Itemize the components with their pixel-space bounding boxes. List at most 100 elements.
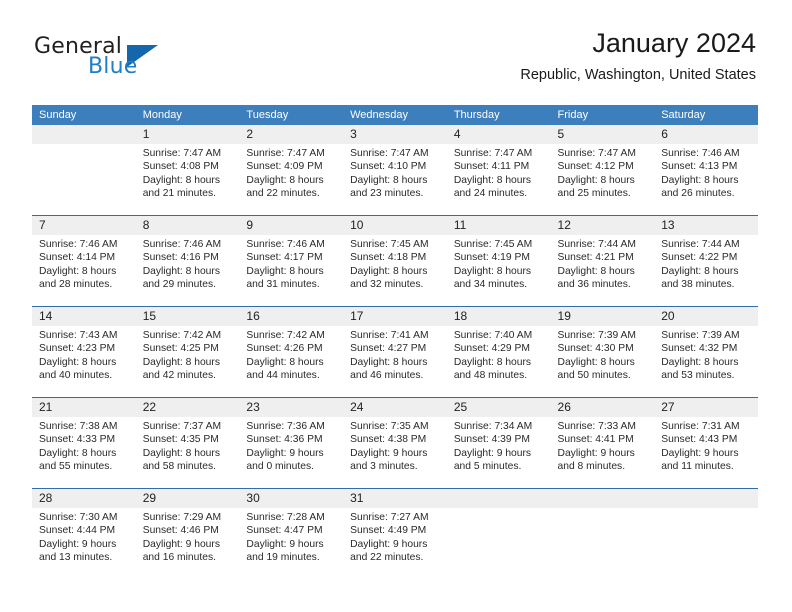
day-cell[interactable]: Sunrise: 7:37 AM Sunset: 4:35 PM Daylight:… [136, 417, 240, 488]
calendar-week-row: 1 2 3 4 5 6 Sunrise: 7:47 AM Sunset: 4:08 PM Day… [32, 125, 758, 215]
day-number[interactable]: 16 [239, 307, 343, 326]
day-number[interactable]: 7 [32, 216, 136, 235]
sunset-text: Sunset: 4:38 PM [350, 434, 427, 446]
day-number[interactable]: 18 [447, 307, 551, 326]
day-cell[interactable]: Sunrise: 7:31 AM Sunset: 4:43 PM Daylight:… [654, 417, 758, 488]
day-number[interactable]: 10 [343, 216, 447, 235]
week-detail-band: Sunrise: 7:47 AM Sunset: 4:08 PM Daylight:… [32, 144, 758, 215]
day-number[interactable]: 8 [136, 216, 240, 235]
day-cell[interactable]: Sunrise: 7:39 AM Sunset: 4:32 PM Daylight:… [654, 326, 758, 397]
daylight-text-line1: Daylight: 9 hours [246, 538, 324, 550]
sunset-text: Sunset: 4:44 PM [39, 525, 116, 537]
day-cell[interactable]: Sunrise: 7:43 AM Sunset: 4:23 PM Daylight:… [32, 326, 136, 397]
day-number[interactable]: 13 [654, 216, 758, 235]
day-cell[interactable]: Sunrise: 7:27 AM Sunset: 4:49 PM Daylight:… [343, 508, 447, 579]
day-cell[interactable]: Sunrise: 7:39 AM Sunset: 4:30 PM Daylight:… [551, 326, 655, 397]
day-cell[interactable]: Sunrise: 7:47 AM Sunset: 4:11 PM Daylight:… [447, 144, 551, 215]
day-cell[interactable]: Sunrise: 7:46 AM Sunset: 4:16 PM Daylight:… [136, 235, 240, 306]
sunset-text: Sunset: 4:49 PM [350, 525, 427, 537]
day-number[interactable]: 2 [239, 125, 343, 144]
sunrise-text: Sunrise: 7:42 AM [246, 330, 325, 341]
day-number[interactable]: 4 [447, 125, 551, 144]
day-number[interactable]: 17 [343, 307, 447, 326]
day-cell[interactable]: Sunrise: 7:33 AM Sunset: 4:41 PM Daylight:… [551, 417, 655, 488]
day-cell[interactable]: Sunrise: 7:45 AM Sunset: 4:19 PM Daylight:… [447, 235, 551, 306]
day-cell[interactable]: Sunrise: 7:44 AM Sunset: 4:22 PM Daylight:… [654, 235, 758, 306]
sunset-text: Sunset: 4:25 PM [142, 343, 219, 355]
logo-text-blue: Blue [88, 54, 138, 79]
day-number[interactable]: 5 [551, 125, 655, 144]
daylight-text-line2: and 8 minutes. [557, 461, 626, 473]
day-number[interactable]: 11 [447, 216, 551, 235]
day-cell[interactable]: Sunrise: 7:46 AM Sunset: 4:17 PM Daylight:… [239, 235, 343, 306]
sunset-text: Sunset: 4:17 PM [246, 252, 323, 264]
day-cell[interactable]: Sunrise: 7:40 AM Sunset: 4:29 PM Daylight:… [447, 326, 551, 397]
day-cell[interactable]: Sunrise: 7:42 AM Sunset: 4:25 PM Daylight:… [136, 326, 240, 397]
day-cell[interactable]: Sunrise: 7:46 AM Sunset: 4:14 PM Daylight:… [32, 235, 136, 306]
day-cell[interactable]: Sunrise: 7:42 AM Sunset: 4:26 PM Daylight:… [239, 326, 343, 397]
calendar-weeks: 1 2 3 4 5 6 Sunrise: 7:47 AM Sunset: 4:08 PM Day… [32, 125, 758, 579]
day-number[interactable]: 15 [136, 307, 240, 326]
day-cell[interactable]: Sunrise: 7:35 AM Sunset: 4:38 PM Daylight:… [343, 417, 447, 488]
day-cell[interactable]: Sunrise: 7:46 AM Sunset: 4:13 PM Daylight:… [654, 144, 758, 215]
week-detail-band: Sunrise: 7:30 AM Sunset: 4:44 PM Daylight:… [32, 508, 758, 579]
sunset-text: Sunset: 4:26 PM [246, 343, 323, 355]
day-number[interactable]: 25 [447, 398, 551, 417]
day-number[interactable]: 20 [654, 307, 758, 326]
day-number[interactable]: 24 [343, 398, 447, 417]
day-number[interactable]: 28 [32, 489, 136, 508]
day-cell[interactable]: Sunrise: 7:36 AM Sunset: 4:36 PM Daylight:… [239, 417, 343, 488]
daylight-text-line1: Daylight: 9 hours [350, 538, 428, 550]
daylight-text-line1: Daylight: 8 hours [246, 265, 324, 277]
day-cell[interactable]: Sunrise: 7:47 AM Sunset: 4:09 PM Daylight:… [239, 144, 343, 215]
day-number[interactable]: 1 [136, 125, 240, 144]
sunset-text: Sunset: 4:09 PM [246, 161, 323, 173]
daylight-text-line2: and 53 minutes. [661, 370, 735, 382]
day-cell[interactable]: Sunrise: 7:41 AM Sunset: 4:27 PM Daylight:… [343, 326, 447, 397]
day-number[interactable]: 27 [654, 398, 758, 417]
day-number[interactable]: 3 [343, 125, 447, 144]
day-number[interactable]: 29 [136, 489, 240, 508]
day-number[interactable]: 14 [32, 307, 136, 326]
day-number[interactable]: 31 [343, 489, 447, 508]
day-cell[interactable]: Sunrise: 7:47 AM Sunset: 4:10 PM Daylight:… [343, 144, 447, 215]
day-number[interactable]: 6 [654, 125, 758, 144]
day-cell[interactable]: Sunrise: 7:28 AM Sunset: 4:47 PM Daylight:… [239, 508, 343, 579]
day-cell[interactable]: Sunrise: 7:47 AM Sunset: 4:08 PM Daylight:… [136, 144, 240, 215]
day-cell[interactable]: Sunrise: 7:30 AM Sunset: 4:44 PM Daylight:… [32, 508, 136, 579]
day-cell[interactable]: Sunrise: 7:47 AM Sunset: 4:12 PM Daylight:… [551, 144, 655, 215]
weekday-header-row: Sunday Monday Tuesday Wednesday Thursday Frid… [32, 105, 758, 125]
daylight-text-line1: Daylight: 9 hours [246, 447, 324, 459]
daylight-text-line2: and 19 minutes. [246, 552, 320, 564]
daylight-text-line2: and 24 minutes. [453, 188, 528, 200]
day-cell[interactable]: Sunrise: 7:38 AM Sunset: 4:33 PM Daylight:… [32, 417, 136, 488]
daylight-text-line1: Daylight: 8 hours [661, 174, 739, 186]
daylight-text-line1: Daylight: 8 hours [661, 265, 739, 277]
day-number[interactable]: 30 [239, 489, 343, 508]
sunrise-text: Sunrise: 7:33 AM [557, 421, 636, 432]
sunset-text: Sunset: 4:32 PM [661, 343, 738, 355]
day-number[interactable]: 26 [551, 398, 655, 417]
day-cell[interactable]: Sunrise: 7:34 AM Sunset: 4:39 PM Daylight:… [447, 417, 551, 488]
day-cell[interactable]: Sunrise: 7:44 AM Sunset: 4:21 PM Daylight:… [551, 235, 655, 306]
daylight-text-line1: Daylight: 8 hours [557, 174, 635, 186]
day-number[interactable]: 9 [239, 216, 343, 235]
daylight-text-line1: Daylight: 9 hours [661, 447, 739, 459]
sunset-text: Sunset: 4:23 PM [39, 343, 116, 355]
day-cell[interactable]: Sunrise: 7:45 AM Sunset: 4:18 PM Daylight:… [343, 235, 447, 306]
sunrise-text: Sunrise: 7:46 AM [39, 239, 118, 250]
sunrise-text: Sunrise: 7:40 AM [453, 330, 533, 341]
day-number[interactable]: 22 [136, 398, 240, 417]
empty-day-cell [551, 508, 655, 579]
sunrise-text: Sunrise: 7:29 AM [142, 512, 222, 523]
empty-day-number [654, 489, 758, 508]
day-cell[interactable]: Sunrise: 7:29 AM Sunset: 4:46 PM Daylight:… [136, 508, 240, 579]
sunset-text: Sunset: 4:47 PM [246, 525, 323, 537]
day-number[interactable]: 19 [551, 307, 655, 326]
day-number[interactable]: 23 [239, 398, 343, 417]
sunrise-text: Sunrise: 7:44 AM [557, 239, 636, 250]
day-number[interactable]: 21 [32, 398, 136, 417]
day-number[interactable]: 12 [551, 216, 655, 235]
empty-day-number [447, 489, 551, 508]
sunset-text: Sunset: 4:29 PM [453, 343, 530, 355]
